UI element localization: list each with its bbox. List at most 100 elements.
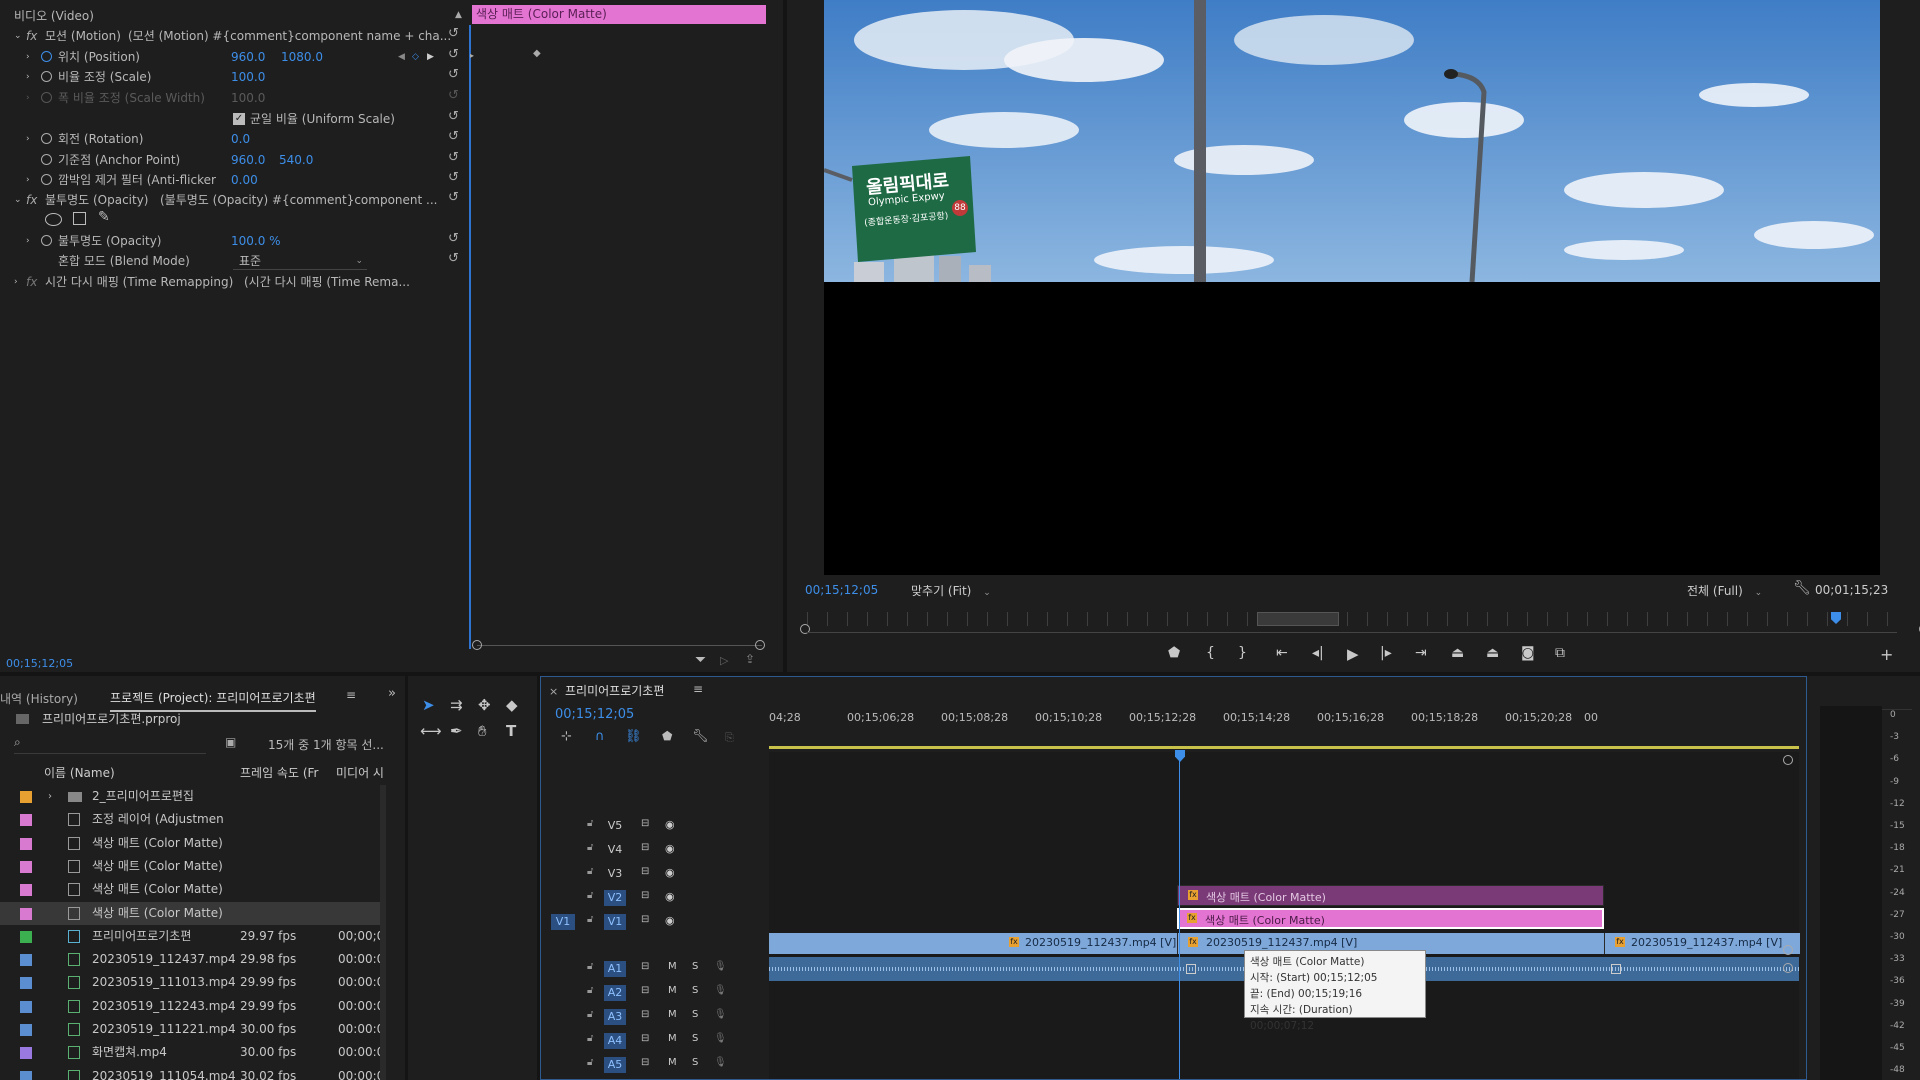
wrench-icon[interactable]: 🔧︎ (692, 729, 709, 744)
reset-icon[interactable]: ↺ (448, 190, 459, 205)
reset-icon[interactable]: ↺ (448, 251, 459, 266)
chevron-right-icon[interactable]: › (14, 272, 18, 292)
tab-project[interactable]: 프로젝트 (Project): 프리미어프로기초편 (110, 681, 316, 712)
label-color-swatch[interactable] (20, 977, 32, 990)
clip-v1-c[interactable]: fx 20230519_112437.mp4 [V] (1604, 933, 1800, 954)
track-target-a2[interactable]: A2 (604, 985, 626, 1001)
track-select-tool-icon[interactable]: ⇉ (450, 696, 463, 714)
eye-icon[interactable]: ◉ (665, 866, 675, 879)
label-color-swatch[interactable] (20, 907, 32, 920)
stopwatch-icon[interactable] (41, 71, 52, 82)
project-item-row[interactable]: 화면캡쳐.mp4 30.00 fps 00:00:0 (0, 1041, 384, 1064)
uniform-scale-checkbox[interactable]: ✓ (233, 113, 245, 125)
go-to-out-icon[interactable]: ⇥ (1415, 645, 1427, 661)
vertical-scroll-handle[interactable] (1783, 755, 1793, 765)
eye-icon[interactable]: ◉ (665, 890, 675, 903)
timeline-tab[interactable]: 프리미어프로기초편 (565, 682, 664, 699)
camera-icon[interactable]: ◙ (1521, 645, 1535, 661)
label-color-swatch[interactable] (20, 1024, 32, 1036)
sync-lock-icon[interactable]: ⊟ (641, 914, 649, 925)
project-item-row[interactable]: 프리미어프로기초편 29.97 fps 00;00;0 (0, 925, 384, 948)
ellipse-mask-icon[interactable] (45, 213, 62, 226)
chevron-down-icon[interactable]: ⌄ (14, 190, 22, 210)
column-name-header[interactable]: 이름 (Name) (44, 762, 115, 784)
step-back-icon[interactable]: ◂| (1312, 645, 1324, 661)
comparison-view-icon[interactable]: ⧉ (1555, 645, 1565, 661)
project-item-row[interactable]: 20230519_112437.mp4 29.98 fps 00:00:0 (0, 948, 384, 971)
zoom-scrollbar[interactable] (477, 645, 762, 646)
audio-keyframe-marker[interactable] (1611, 964, 1621, 974)
solo-button[interactable]: S (692, 985, 698, 996)
position-x-value[interactable]: 960.0 (231, 47, 265, 67)
track-target-v5[interactable]: V5 (604, 818, 626, 834)
monitor-scrub-bar[interactable] (800, 612, 1920, 634)
tab-history[interactable]: 내역 (History) (0, 690, 78, 707)
chevron-right-icon[interactable]: › (26, 129, 30, 149)
sync-lock-icon[interactable]: ⊟ (641, 1057, 649, 1068)
track-target-a3[interactable]: A3 (604, 1009, 626, 1025)
reset-icon[interactable]: ↺ (448, 129, 459, 144)
track-target-v4[interactable]: V4 (604, 842, 626, 858)
reset-icon[interactable]: ↺ (448, 109, 459, 124)
project-item-row[interactable]: 20230519_112243.mp4 29.99 fps 00:00:0 (0, 995, 384, 1018)
reset-icon[interactable]: ↺ (448, 170, 459, 185)
wrench-icon[interactable]: 🔧︎ (1793, 580, 1811, 596)
menu-icon[interactable]: ≡ (346, 688, 356, 702)
clip-v2-color-matte[interactable]: fx 색상 매트 (Color Matte) (1177, 908, 1604, 929)
pen-tool-icon[interactable]: ✒ (450, 722, 463, 740)
stopwatch-icon[interactable] (41, 133, 52, 144)
reset-icon[interactable]: ↺ (448, 67, 459, 82)
sync-lock-icon[interactable]: ⊟ (641, 1033, 649, 1044)
play-audio-icon[interactable]: ▷ (720, 654, 728, 667)
add-button-icon[interactable]: + (1880, 645, 1893, 664)
rotation-value[interactable]: 0.0 (231, 129, 250, 149)
chevron-right-icon[interactable]: › (26, 67, 30, 87)
label-color-swatch[interactable] (20, 791, 32, 803)
project-scrollbar[interactable] (380, 785, 386, 1080)
voiceover-record-icon[interactable]: 🎙︎ (714, 961, 727, 972)
zoom-handle-right[interactable] (755, 640, 765, 650)
lock-track-icon[interactable]: 🔓︎ (587, 1057, 593, 1068)
chevron-right-icon[interactable]: › (26, 170, 30, 190)
track-target-a4[interactable]: A4 (604, 1033, 626, 1049)
lock-track-icon[interactable]: 🔓︎ (587, 818, 593, 829)
time-ruler[interactable]: 04;28 00;15;06;28 00;15;08;28 00;15;10;28 00… (769, 702, 1799, 750)
close-icon[interactable]: × (549, 685, 558, 698)
mark-out-icon[interactable]: } (1238, 645, 1247, 661)
sync-lock-icon[interactable]: ⊟ (641, 985, 649, 996)
antiflicker-value[interactable]: 0.00 (231, 170, 258, 190)
label-color-swatch[interactable] (20, 884, 32, 897)
marker-icon[interactable]: ⬟ (1168, 645, 1180, 661)
play-icon[interactable]: ▶ (1347, 645, 1359, 663)
stopwatch-icon[interactable] (41, 51, 52, 62)
extract-icon[interactable]: ⏏ (1486, 645, 1499, 661)
linked-selection-icon[interactable]: ⛓︎ (625, 729, 642, 744)
project-item-row[interactable]: 20230519_111013.mp4 29.99 fps 00:00:0 (0, 971, 384, 994)
source-patch-v1[interactable]: V1 (551, 914, 575, 930)
lock-track-icon[interactable]: 🔓︎ (587, 914, 593, 925)
mute-button[interactable]: M (668, 1057, 677, 1068)
ripple-edit-tool-icon[interactable]: ✥ (478, 696, 491, 714)
lock-track-icon[interactable]: 🔓︎ (587, 890, 593, 901)
captions-icon[interactable]: ⎘ (725, 731, 734, 745)
label-color-swatch[interactable] (20, 954, 32, 967)
vertical-scroll-handle[interactable] (1783, 963, 1793, 973)
type-tool-icon[interactable]: T (506, 722, 516, 740)
search-input[interactable]: ⌕ (14, 735, 206, 754)
in-out-range[interactable] (1257, 612, 1339, 626)
track-target-v3[interactable]: V3 (604, 866, 626, 882)
hand-tool-icon[interactable]: ✋︎ (478, 722, 487, 740)
column-fps-header[interactable]: 프레임 속도 (Fr (240, 762, 318, 784)
quality-dropdown[interactable]: 전체 (Full) ⌄ (1687, 582, 1762, 599)
voiceover-record-icon[interactable]: 🎙︎ (714, 985, 727, 996)
project-item-row[interactable]: 색상 매트 (Color Matte) (0, 855, 380, 878)
track-target-a5[interactable]: A5 (604, 1057, 626, 1073)
label-color-swatch[interactable] (20, 814, 32, 827)
anchor-y-value[interactable]: 540.0 (279, 150, 313, 170)
label-color-swatch[interactable] (20, 1070, 32, 1080)
stopwatch-icon[interactable] (41, 154, 52, 165)
opacity-value[interactable]: 100.0 % (231, 231, 281, 251)
sync-lock-icon[interactable]: ⊟ (641, 1009, 649, 1020)
step-forward-icon[interactable]: |▸ (1380, 645, 1392, 661)
reset-icon[interactable]: ↺ (448, 47, 459, 62)
